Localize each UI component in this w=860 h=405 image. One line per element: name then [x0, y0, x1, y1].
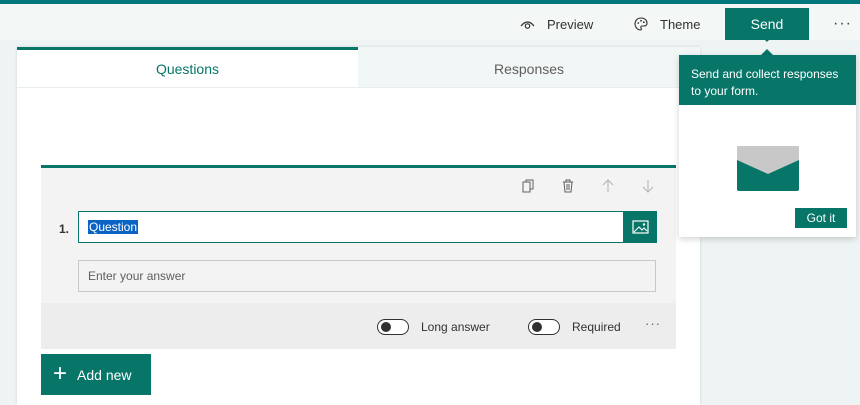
long-answer-toggle-row: Long answer: [377, 319, 490, 335]
add-new-button[interactable]: + Add new: [41, 354, 151, 395]
send-caret: [761, 36, 773, 42]
question-footer: Long answer Required ···: [41, 303, 676, 349]
long-answer-label: Long answer: [421, 320, 490, 334]
long-answer-toggle[interactable]: [377, 319, 409, 335]
question-block[interactable]: 1. Question Enter your answer Long answe…: [41, 165, 676, 349]
question-number: 1.: [59, 222, 70, 236]
arrow-up-icon[interactable]: [600, 178, 616, 194]
image-icon: [632, 220, 649, 234]
arrow-down-icon[interactable]: [640, 178, 656, 194]
required-label: Required: [572, 320, 621, 334]
insert-image-button[interactable]: [624, 211, 657, 243]
answer-placeholder-field: Enter your answer: [78, 260, 656, 292]
required-toggle[interactable]: [528, 319, 560, 335]
got-it-button[interactable]: Got it: [795, 208, 847, 228]
question-actions: [520, 178, 656, 194]
top-toolbar: Preview Theme Send ···: [0, 4, 860, 40]
theme-label: Theme: [660, 16, 701, 32]
theme-button[interactable]: Theme: [634, 8, 700, 40]
palette-icon: [634, 17, 648, 31]
eye-icon: [520, 20, 535, 29]
required-toggle-row: Required: [528, 319, 621, 335]
tab-questions[interactable]: Questions: [17, 47, 358, 87]
preview-label: Preview: [547, 16, 594, 32]
envelope-icon: [737, 146, 799, 191]
form-card: Questions Responses 1. Question Enter yo…: [17, 47, 700, 405]
tab-responses[interactable]: Responses: [358, 47, 700, 87]
plus-icon: +: [53, 359, 68, 387]
copy-icon[interactable]: [520, 178, 536, 194]
trash-icon[interactable]: [560, 178, 576, 194]
more-options-button[interactable]: ···: [833, 8, 852, 40]
preview-button[interactable]: Preview: [520, 8, 593, 40]
question-more-options-button[interactable]: ···: [645, 316, 661, 331]
tab-divider: [17, 87, 700, 88]
question-title-input[interactable]: Question: [78, 211, 624, 243]
popover-message: Send and collect responses to your form.: [679, 55, 856, 105]
question-title-selected-text: Question: [88, 220, 139, 234]
add-new-label: Add new: [77, 366, 132, 383]
send-popover: Send and collect responses to your form.…: [679, 55, 856, 237]
